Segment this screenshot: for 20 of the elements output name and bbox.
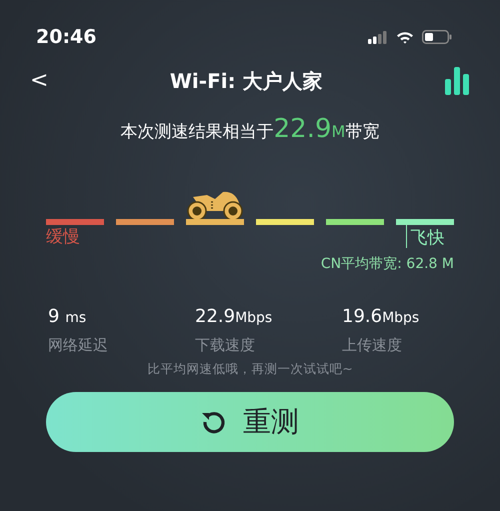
- slow-label: 缓慢: [46, 226, 80, 249]
- stat-label: 网络延迟: [48, 334, 109, 356]
- stat-value: 9 ms: [48, 304, 88, 328]
- retest-button[interactable]: 重测: [46, 392, 454, 452]
- stat-label: 下载速度: [195, 334, 256, 356]
- stat-label: 上传速度: [342, 334, 403, 356]
- stat-value: 22.9Mbps: [195, 304, 274, 328]
- signal-icon: [368, 30, 388, 44]
- page-title: Wi-Fi: 大户人家: [170, 68, 323, 95]
- wifi-icon: [396, 30, 414, 44]
- chart-button[interactable]: [444, 67, 470, 95]
- status-time: 20:46: [36, 24, 96, 50]
- average-bandwidth: CN平均带宽: 62.8 M: [320, 256, 454, 272]
- battery-icon: [422, 30, 452, 44]
- stat-value: 19.6Mbps: [342, 304, 420, 328]
- fast-label: 飞快: [406, 225, 444, 248]
- hint-text: 比平均网速低哦，再测一次试试吧~: [147, 361, 353, 376]
- refresh-icon: [201, 409, 227, 435]
- back-button[interactable]: <: [30, 70, 48, 92]
- speed-summary: 本次测速结果相当于22.9M带宽: [120, 113, 380, 146]
